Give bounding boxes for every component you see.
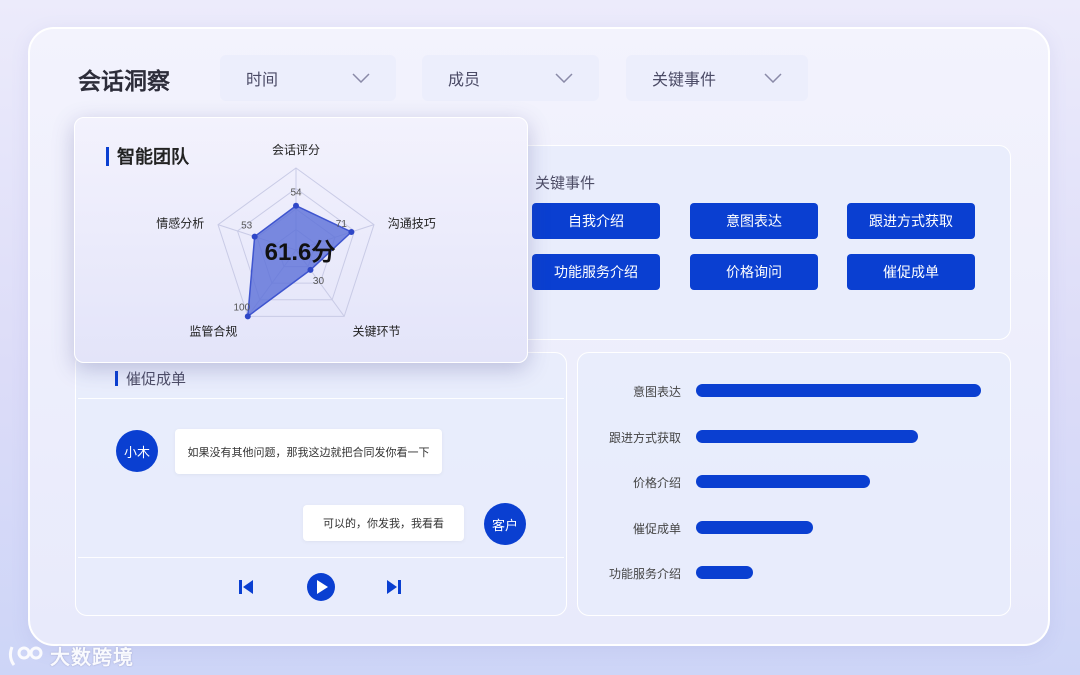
- ranking-label: 意图表达: [632, 385, 681, 399]
- watermark: 大数跨境: [8, 641, 134, 670]
- radar-value-label: 71: [336, 219, 348, 230]
- divider: [78, 398, 564, 399]
- agent-avatar: 小木: [116, 430, 158, 472]
- page-title: 会话洞察: [78, 69, 170, 95]
- radar-axis-label: 情感分析: [156, 215, 204, 230]
- time-filter-dropdown[interactable]: 时间: [220, 55, 396, 101]
- event-filter-dropdown[interactable]: 关键事件: [626, 55, 808, 101]
- event-tag-self-intro[interactable]: 自我介绍: [532, 203, 660, 239]
- radar-axis-label: 会话评分: [272, 143, 320, 157]
- customer-avatar: 客户: [484, 503, 526, 545]
- radar-point: [244, 313, 251, 320]
- radar-point: [348, 229, 355, 236]
- chevron-down-icon: [764, 73, 782, 83]
- radar-point: [251, 233, 258, 240]
- ranking-label: 跟进方式获取: [608, 430, 681, 445]
- skip-previous-icon[interactable]: [238, 579, 254, 595]
- key-events-title: 关键事件: [535, 174, 596, 192]
- event-filter-label: 关键事件: [652, 70, 717, 89]
- event-tag-closing[interactable]: 催促成单: [847, 254, 975, 290]
- radar-point: [307, 266, 314, 273]
- customer-message-bubble: 可以的，你发我，我看看: [303, 505, 464, 541]
- ranking-bar: [696, 520, 813, 534]
- conversation-title: 催促成单: [115, 368, 186, 389]
- member-filter-dropdown[interactable]: 成员: [422, 55, 599, 101]
- event-tag-service-intro[interactable]: 功能服务介绍: [532, 254, 660, 290]
- radar-chart: 会话评分沟通技巧关键环节 监管合规 情感分析 54 71 30 100 53 61.6分: [156, 143, 436, 339]
- radar-axis-label: 关键环节: [353, 325, 401, 339]
- ranking-bar: [696, 566, 753, 579]
- ranking-bar: [696, 475, 870, 488]
- ranking-label: 催促成单: [632, 521, 681, 536]
- radar-score: 61.6分: [265, 239, 336, 266]
- agent-message-bubble: 如果没有其他问题，那我这边就把合同发你看一下: [175, 429, 442, 474]
- radar-value-label: 30: [313, 276, 325, 287]
- play-icon[interactable]: [306, 572, 336, 602]
- ranking-bar: [696, 384, 981, 397]
- chevron-down-icon: [352, 73, 370, 83]
- event-tag-contact[interactable]: 跟进方式获取: [847, 203, 975, 239]
- radar-axis-label: 沟通技巧: [388, 216, 436, 230]
- skip-next-icon[interactable]: [386, 579, 402, 595]
- radar-axis-label: 监管合规: [189, 324, 237, 339]
- ranking-bar: [696, 429, 919, 443]
- chevron-down-icon: [555, 73, 573, 83]
- radar-value-label: 100: [233, 302, 250, 313]
- watermark-logo-icon: [8, 645, 43, 666]
- radar-point: [293, 202, 299, 209]
- time-filter-label: 时间: [246, 70, 279, 89]
- radar-value-label: 53: [241, 221, 253, 232]
- event-tag-intent[interactable]: 意图表达: [690, 203, 818, 239]
- divider: [78, 557, 564, 558]
- ranking-label: 价格介绍: [632, 476, 681, 490]
- member-filter-label: 成员: [448, 70, 481, 89]
- event-tag-price[interactable]: 价格询问: [690, 254, 818, 290]
- radar-value-label: 54: [290, 188, 302, 199]
- ranking-label: 功能服务介绍: [608, 567, 681, 581]
